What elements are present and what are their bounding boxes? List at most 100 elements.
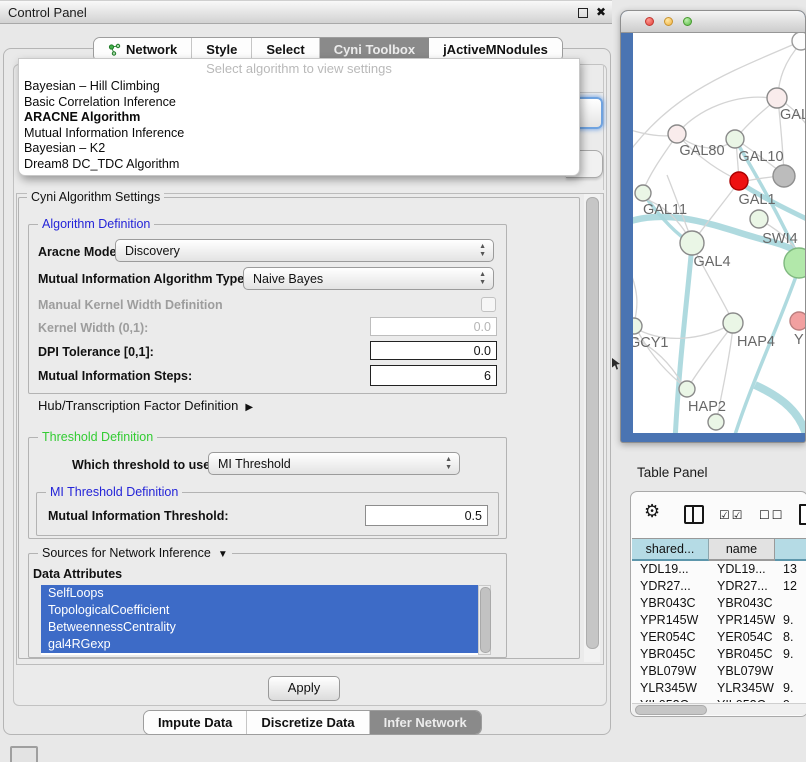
mouse-cursor	[612, 358, 622, 370]
apply-button[interactable]: Apply	[268, 676, 340, 701]
column-header-col2[interactable]	[775, 538, 806, 561]
attribute-item-topologicalcoefficient[interactable]: TopologicalCoefficient	[41, 602, 478, 619]
network-node-gal1[interactable]	[730, 172, 748, 190]
column-header-name[interactable]: name	[709, 538, 775, 561]
network-node[interactable]	[773, 165, 795, 187]
close-button[interactable]: ✖	[594, 5, 608, 19]
tab-infer-network[interactable]: Infer Network	[370, 711, 481, 734]
network-node-y[interactable]	[790, 312, 806, 330]
algorithm-combo-fragment[interactable]	[578, 97, 603, 129]
group-title: Algorithm Definition	[38, 217, 154, 231]
spinner-arrows-icon: ▲▼	[479, 243, 486, 259]
table-panel: ⚙ ☑☑ ☐☐ shared...name YDL19...YDL19...13…	[630, 491, 806, 717]
table-hscrollbar[interactable]	[632, 703, 806, 715]
network-node-gcy1[interactable]	[633, 318, 642, 334]
manual-kernel-checkbox[interactable]	[481, 297, 496, 312]
scrollbar-thumb[interactable]	[586, 197, 599, 649]
which-threshold-combo[interactable]: MI Threshold ▲▼	[208, 452, 460, 475]
table-row[interactable]: YBR045CYBR045C9.	[632, 646, 806, 663]
node-label-gal11: GAL11	[643, 202, 687, 218]
dropdown-item-mutual-information-inference[interactable]: Mutual Information Inference	[19, 126, 579, 142]
checked-columns-icon[interactable]: ☑☑	[719, 508, 745, 522]
attributes-scrollbar[interactable]	[478, 585, 491, 655]
network-node[interactable]	[708, 414, 724, 430]
float-button[interactable]	[576, 5, 590, 19]
spinner-arrows-icon: ▲▼	[445, 456, 452, 472]
gear-icon[interactable]: ⚙	[644, 501, 660, 522]
node-label-gal4: GAL4	[693, 254, 730, 270]
panel-corner-button[interactable]	[10, 746, 38, 762]
table-cell	[775, 595, 806, 612]
attribute-item-gal4rgexp[interactable]: gal4RGexp	[41, 636, 478, 653]
settings-scrollbar[interactable]	[584, 194, 600, 662]
column-header-shared[interactable]: shared...	[632, 538, 709, 561]
network-node[interactable]	[784, 248, 806, 278]
network-node-gal11[interactable]	[635, 185, 651, 201]
dropdown-item-dream8-dc-tdc-algorithm[interactable]: Dream8 DC_TDC Algorithm	[19, 157, 579, 173]
network-node-gal[interactable]	[767, 88, 787, 108]
table-cell: YPR145W	[632, 612, 709, 629]
dropdown-item-bayesian-k2[interactable]: Bayesian – K2	[19, 141, 579, 157]
table-row[interactable]: YIL052CYIL052C9	[632, 697, 806, 702]
table-cell: 12	[775, 578, 806, 595]
table-row[interactable]: YER054CYER054C8.	[632, 629, 806, 646]
tab-discretize-data[interactable]: Discretize Data	[247, 711, 369, 734]
attribute-item-selfloops[interactable]: SelfLoops	[41, 585, 478, 602]
unchecked-columns-icon[interactable]: ☐☐	[759, 508, 785, 522]
network-node-swi4[interactable]	[750, 210, 768, 228]
aracne-mode-combo[interactable]: Discovery ▲▼	[115, 239, 494, 262]
table-header: shared...name	[632, 538, 806, 561]
kernel-width-label: Kernel Width (0,1):	[38, 321, 148, 335]
table-cell: YBR043C	[632, 595, 709, 612]
table-row[interactable]: YDR27...YDR27...12	[632, 578, 806, 595]
network-node-hap2[interactable]	[679, 381, 695, 397]
table-cell: 9	[775, 697, 806, 702]
sources-group-toggle[interactable]: Sources for Network Inference▼	[38, 546, 232, 560]
network-node-gal4[interactable]	[680, 231, 704, 255]
table-row[interactable]: YBR043CYBR043C	[632, 595, 806, 612]
mi-type-combo[interactable]: Naive Bayes ▲▼	[243, 267, 494, 290]
group-border-fragment	[580, 92, 603, 93]
mi-threshold-field[interactable]	[365, 505, 488, 526]
split-columns-icon[interactable]	[684, 505, 704, 524]
network-graph: GALGAL80GAL10GAL1GAL11SWI4GAL4GCY1HAP4YH…	[633, 33, 806, 433]
cyni-bottom-tabbar: Impute Data Discretize DataInfer Network	[143, 710, 482, 735]
table-row[interactable]: YPR145WYPR145W9.	[632, 612, 806, 629]
group-title: MI Threshold Definition	[46, 485, 182, 499]
table-row[interactable]: YDL19...YDL19...13	[632, 561, 806, 578]
document-icon[interactable]	[799, 504, 806, 525]
network-canvas[interactable]: GALGAL80GAL10GAL1GAL11SWI4GAL4GCY1HAP4YH…	[633, 33, 806, 433]
network-node-gal80[interactable]	[668, 125, 686, 143]
table-row[interactable]: YBL079WYBL079W	[632, 663, 806, 680]
dpi-tolerance-field[interactable]	[370, 341, 497, 360]
mi-steps-field[interactable]	[370, 365, 497, 386]
hub-definition-toggle[interactable]: Hub/Transcription Factor Definition▶	[38, 398, 253, 413]
table-row[interactable]: YLR345WYLR345W9.	[632, 680, 806, 697]
window-minimize-button[interactable]	[664, 17, 673, 26]
network-node-hap4[interactable]	[723, 313, 743, 333]
network-node[interactable]	[792, 33, 806, 50]
attribute-item-betweennesscentrality[interactable]: BetweennessCentrality	[41, 619, 478, 636]
table-cell: 9.	[775, 646, 806, 663]
scrollbar-thumb[interactable]	[635, 705, 707, 715]
table-cell: 8.	[775, 629, 806, 646]
expand-arrow-icon: ▶	[245, 402, 253, 413]
tab-label: Cyni Toolbox	[334, 42, 415, 57]
dropdown-item-bayesian-hill-climbing[interactable]: Bayesian – Hill Climbing	[19, 79, 579, 95]
dropdown-item-aracne-algorithm[interactable]: ARACNE Algorithm	[19, 110, 579, 126]
dropdown-item-basic-correlation-inference[interactable]: Basic Correlation Inference	[19, 95, 579, 111]
data-attributes-label: Data Attributes	[33, 567, 122, 581]
scrollbar-thumb[interactable]	[480, 587, 491, 653]
table-cell: 9.	[775, 612, 806, 629]
network-node-gal10[interactable]	[726, 130, 744, 148]
table-cell: 13	[775, 561, 806, 578]
window-close-button[interactable]	[645, 17, 654, 26]
node-label-swi4: SWI4	[762, 231, 797, 247]
table-cell: YBR045C	[709, 646, 775, 663]
screen: Control Panel ✖ NetworkStyleSelectCyni T…	[0, 0, 806, 762]
kernel-width-field[interactable]	[370, 317, 497, 336]
window-zoom-button[interactable]	[683, 17, 692, 26]
tab-impute-data[interactable]: Impute Data	[144, 711, 247, 734]
tab-label: Impute Data	[158, 715, 232, 730]
float-icon	[578, 8, 588, 18]
